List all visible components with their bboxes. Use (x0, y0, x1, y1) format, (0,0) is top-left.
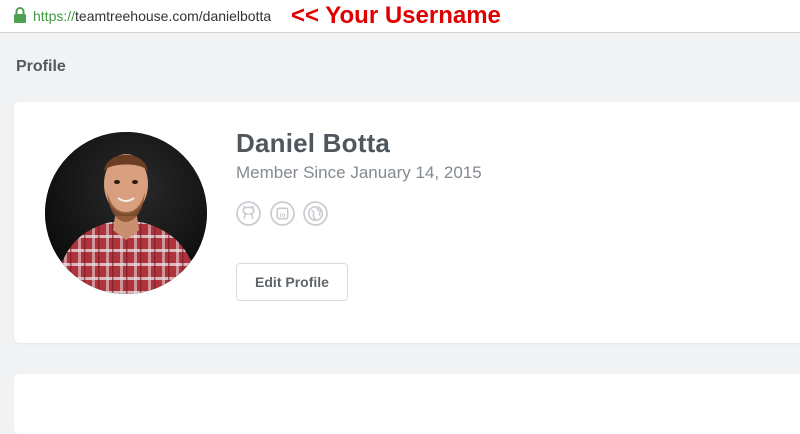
lock-icon (14, 7, 26, 23)
member-since: Member Since January 14, 2015 (236, 163, 482, 182)
url-scheme: https:// (33, 8, 76, 24)
secondary-card (14, 374, 800, 434)
linkedin-icon[interactable]: in (270, 201, 295, 226)
username-annotation: << Your Username (291, 2, 501, 29)
profile-name: Daniel Botta (236, 128, 391, 158)
page-title: Profile (16, 58, 66, 75)
address-url[interactable]: https://teamtreehouse.com/danielbotta (33, 6, 271, 26)
avatar (45, 132, 207, 294)
profile-photo (45, 132, 207, 294)
edit-profile-button[interactable]: Edit Profile (236, 263, 348, 301)
globe-icon[interactable] (303, 201, 328, 226)
svg-text:in: in (279, 212, 285, 219)
github-icon[interactable] (236, 201, 261, 226)
url-host-path: teamtreehouse.com/danielbotta (75, 8, 272, 24)
